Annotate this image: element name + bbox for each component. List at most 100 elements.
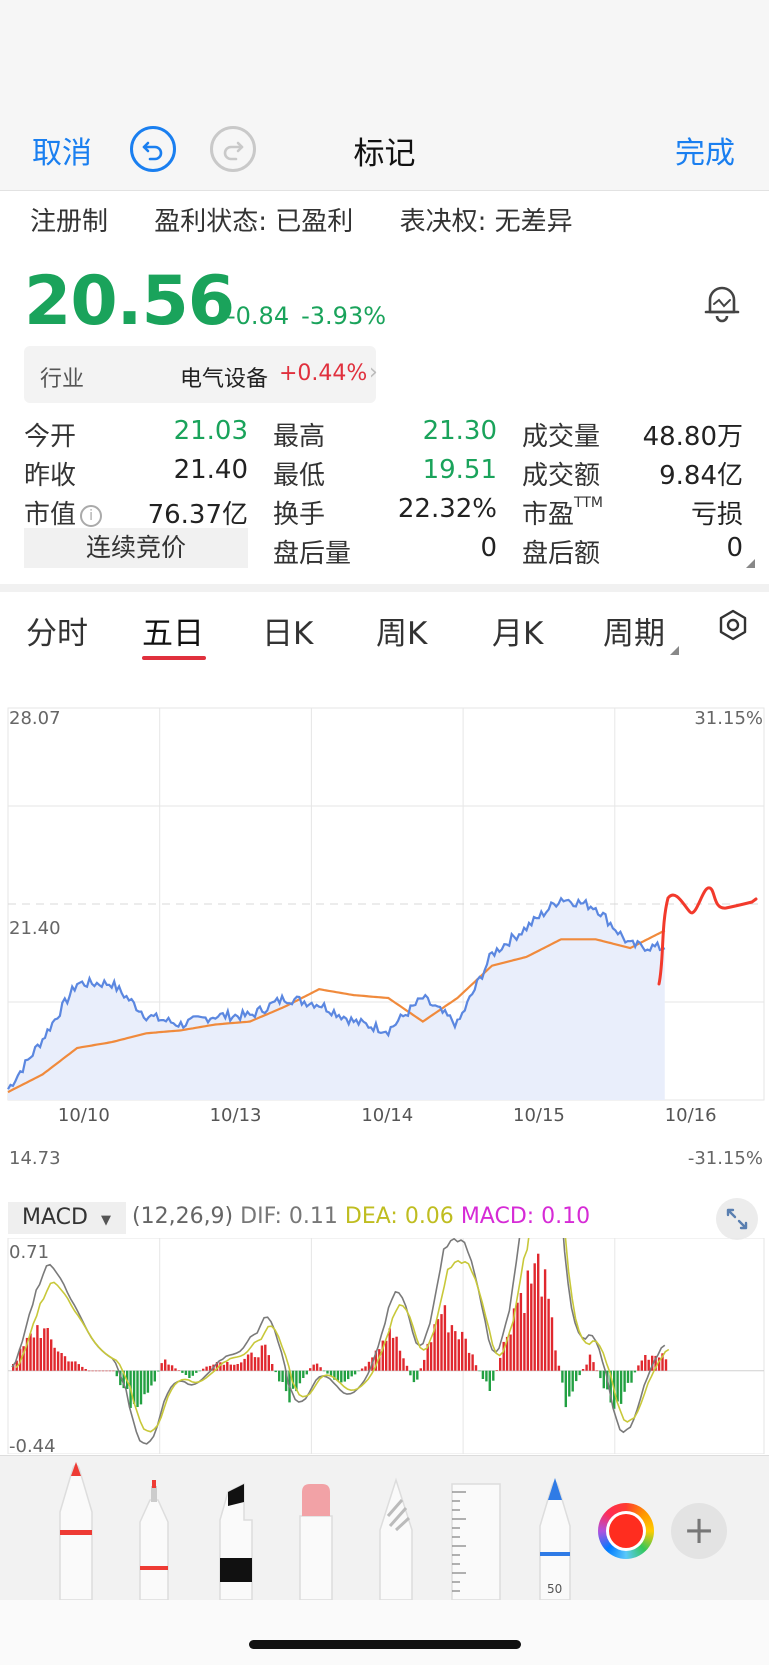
macd-bar [664, 1359, 668, 1371]
macd-bar [240, 1362, 243, 1371]
macd-bar [485, 1370, 488, 1382]
volume-label: 成交量 [522, 422, 601, 452]
mktcap-value: 76.37亿 [147, 500, 248, 530]
macd-bar [302, 1370, 305, 1378]
macd-bar [157, 1370, 160, 1372]
expand-icon[interactable] [716, 1198, 758, 1240]
indicator-select-label: MACD [22, 1205, 88, 1230]
after-amount-label: 盘后额 [522, 539, 601, 569]
macd-bar [205, 1366, 208, 1371]
macd-bar [488, 1370, 491, 1391]
pe-label: 市盈 [522, 500, 575, 530]
macd-bar [67, 1361, 70, 1371]
industry-row[interactable]: 行业 电气设备 +0.44% › [24, 346, 378, 403]
macd-bar [319, 1367, 322, 1371]
macd-bar [278, 1370, 281, 1382]
fineliner-icon[interactable] [137, 1480, 171, 1600]
bell-icon[interactable] [700, 280, 744, 324]
macd-bar [70, 1361, 74, 1371]
hand-drawn-annotation [657, 886, 758, 986]
color-picker[interactable] [598, 1503, 654, 1559]
settings-icon[interactable] [716, 608, 750, 642]
undo-icon[interactable] [130, 126, 176, 172]
price-area-fill [8, 898, 665, 1100]
macd-bar [253, 1357, 257, 1371]
macd-bar [519, 1293, 523, 1371]
macd-bar [336, 1370, 340, 1381]
macd-bar [633, 1370, 637, 1373]
macd-bar [143, 1370, 146, 1395]
macd-bar [571, 1370, 574, 1392]
add-tool-button[interactable]: + [671, 1503, 727, 1559]
macd-bar [398, 1350, 402, 1371]
macd-bar [202, 1368, 205, 1371]
macd-bar [32, 1337, 36, 1371]
macd-bar [557, 1365, 561, 1371]
macd-bar [402, 1358, 405, 1371]
tab-daily-k[interactable]: 日K [262, 608, 313, 653]
macd-bar [56, 1351, 60, 1371]
after-volume-value: 0 [480, 533, 497, 563]
macd-chart[interactable]: 0.71 -0.44 [0, 1238, 769, 1454]
macd-bar [271, 1364, 274, 1371]
macd-bar [150, 1370, 153, 1386]
pct-axis-max: 31.15% [694, 708, 763, 729]
redo-icon[interactable] [210, 126, 256, 172]
macd-bar [181, 1370, 184, 1373]
x-axis-tick-label: 10/13 [210, 1105, 262, 1126]
eraser-icon[interactable] [298, 1480, 334, 1600]
macd-bar [174, 1368, 177, 1371]
marker-icon[interactable] [218, 1476, 254, 1600]
macd-bar [412, 1370, 416, 1383]
macd-bar [81, 1366, 84, 1371]
macd-bar [108, 1370, 112, 1372]
macd-bar [340, 1370, 343, 1383]
pen-icon[interactable] [56, 1462, 96, 1600]
macd-bar [474, 1365, 478, 1371]
stock-badges: 注册制 盈利状态: 已盈利 表决权: 无差异 [30, 201, 611, 238]
chevron-right-icon: › [369, 360, 378, 385]
tab-intraday[interactable]: 分时 [26, 608, 88, 653]
dif-line [11, 1238, 666, 1445]
macd-bar [105, 1370, 108, 1372]
macd-bar [184, 1370, 188, 1375]
lasso-icon[interactable] [378, 1476, 414, 1600]
section-divider [0, 584, 769, 592]
macd-axis-max: 0.71 [9, 1242, 49, 1263]
ruler-icon[interactable] [450, 1482, 502, 1600]
macd-bar [564, 1370, 567, 1408]
macd-bar [198, 1370, 201, 1372]
macd-bar [509, 1334, 512, 1371]
tab-period[interactable]: 周期 [603, 608, 665, 653]
tab-weekly-k[interactable]: 周K [376, 608, 427, 653]
info-icon[interactable]: i [80, 505, 103, 527]
macd-bar [623, 1370, 626, 1392]
macd-bar [637, 1365, 640, 1371]
macd-bar [443, 1305, 447, 1371]
indicator-select[interactable]: MACD ▼ [8, 1202, 126, 1234]
industry-label: 行业 [40, 367, 85, 392]
done-button[interactable]: 完成 [675, 128, 735, 172]
macd-bar [626, 1370, 630, 1383]
macd-bar [281, 1370, 284, 1382]
macd-bar [136, 1370, 139, 1407]
five-day-chart[interactable]: 28.07 21.40 14.73 31.15% -31.15% 10/10 10… [0, 700, 769, 1180]
macd-bar [243, 1358, 246, 1371]
tab-monthly-k[interactable]: 月K [492, 608, 543, 653]
after-volume-label: 盘后量 [273, 539, 352, 569]
macd-bar [585, 1364, 588, 1371]
macd-bar [616, 1370, 619, 1402]
industry-change: +0.44% [279, 361, 368, 386]
macd-bar [53, 1347, 56, 1371]
x-axis-tick-label: 10/15 [513, 1105, 565, 1126]
tab-five-day[interactable]: 五日 [142, 608, 204, 653]
macd-bar [526, 1270, 529, 1371]
macd-bar [98, 1370, 101, 1372]
expand-corner-icon[interactable] [746, 559, 755, 568]
macd-bar [364, 1366, 367, 1371]
macd-bar [298, 1370, 302, 1384]
cancel-button[interactable]: 取消 [32, 128, 92, 172]
macd-macd: MACD: 0.10 [460, 1204, 591, 1229]
page-title: 标记 [353, 136, 416, 172]
macd-bar [274, 1370, 277, 1373]
